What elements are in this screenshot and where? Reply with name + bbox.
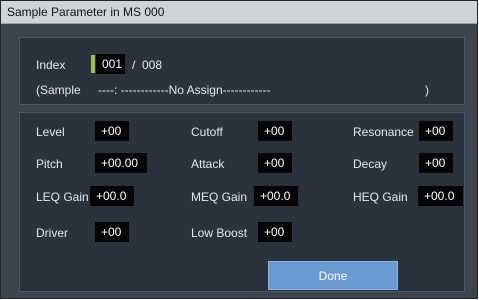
meq-gain-field[interactable]: +00.0 [254,186,298,206]
index-field[interactable]: 001 [96,54,125,74]
decay-label: Decay [353,157,388,171]
level-field[interactable]: +00 [95,121,129,141]
pitch-label: Pitch [36,157,63,171]
index-focus-marker [91,55,95,73]
cutoff-field[interactable]: +00 [258,121,292,141]
index-label: Index [36,58,66,72]
meq-gain-label: MEQ Gain [191,190,248,204]
index-total: 008 [142,58,163,72]
heq-gain-field[interactable]: +00.0 [418,186,463,206]
driver-field[interactable]: +00 [95,222,129,242]
low-boost-field[interactable]: +00 [258,222,292,242]
sample-parameter-dialog: Sample Parameter in MS 000 Index 001 / 0… [0,0,478,299]
heq-gain-label: HEQ Gain [353,190,408,204]
decay-field[interactable]: +00 [419,153,453,173]
resonance-label: Resonance [353,125,414,139]
sample-close-paren: ) [425,83,429,97]
done-button[interactable]: Done [268,261,398,290]
resonance-field[interactable]: +00 [419,121,453,141]
title-bar: Sample Parameter in MS 000 [1,1,477,24]
leq-gain-label: LEQ Gain [36,190,89,204]
sample-value: ----: ------------No Assign------------ [98,83,271,97]
cutoff-label: Cutoff [191,125,223,139]
attack-field[interactable]: +00 [258,153,292,173]
low-boost-label: Low Boost [191,226,248,240]
dialog-title: Sample Parameter in MS 000 [7,5,165,19]
attack-label: Attack [191,157,225,171]
sample-label: (Sample [36,83,81,97]
leq-gain-field[interactable]: +00.0 [90,186,134,206]
level-label: Level [36,125,65,139]
pitch-field[interactable]: +00.00 [95,153,147,173]
driver-label: Driver [36,226,68,240]
index-separator: / [132,58,136,72]
